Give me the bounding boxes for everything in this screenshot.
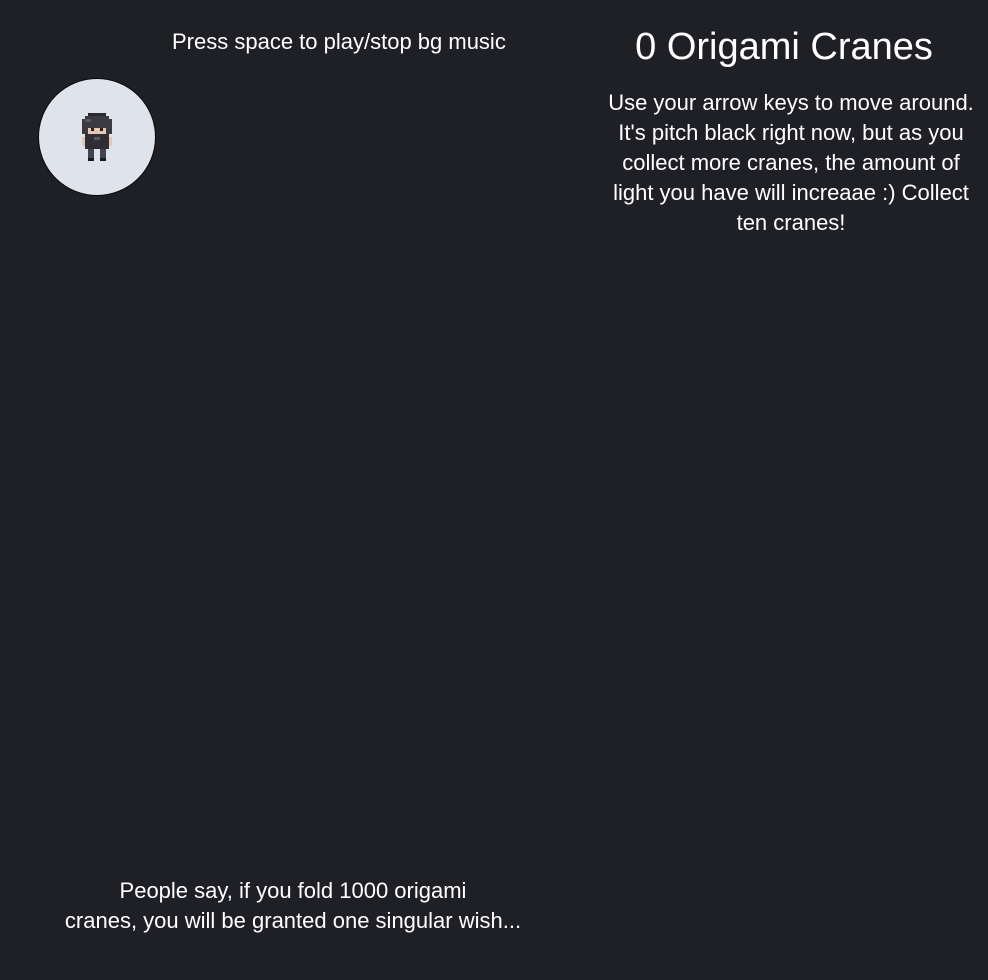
music-hint: Press space to play/stop bg music [172, 29, 506, 54]
lore-line-1: People say, if you fold 1000 origami [119, 878, 467, 903]
player-character-icon [82, 113, 112, 161]
crane-counter: 0 Origami Cranes [600, 24, 968, 70]
lore-text: People say, if you fold 1000 origami cra… [40, 876, 546, 936]
crane-label: Origami Cranes [666, 26, 933, 68]
crane-count: 0 [635, 26, 657, 68]
instructions-text: Use your arrow keys to move around. It's… [608, 90, 974, 235]
lore-line-2: cranes, you will be granted one singular… [64, 908, 522, 933]
player-light-circle [38, 78, 156, 196]
